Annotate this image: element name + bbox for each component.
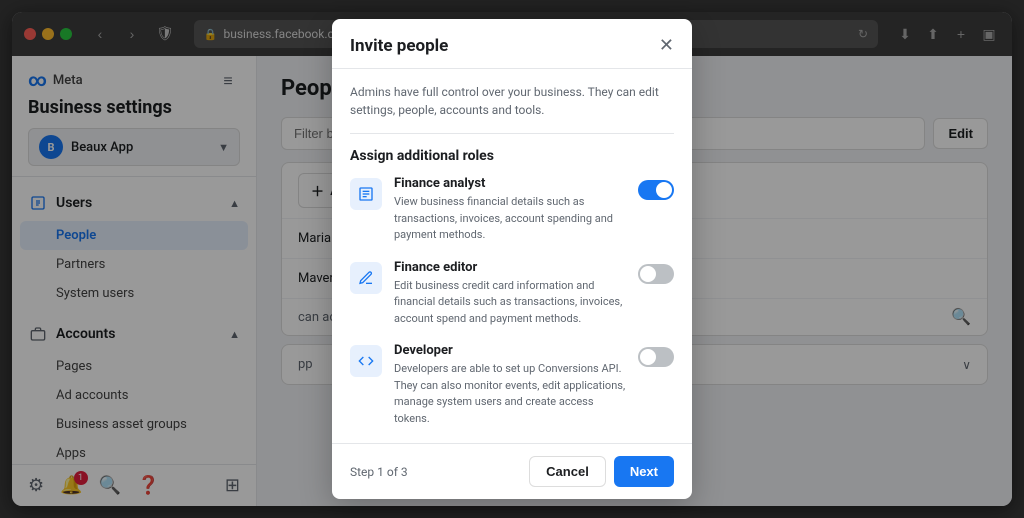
finance-analyst-icon	[350, 178, 382, 210]
developer-info: Developer Developers are able to set up …	[394, 343, 626, 427]
step-label: Step 1 of 3	[350, 465, 408, 479]
finance-editor-info: Finance editor Edit business credit card…	[394, 260, 626, 328]
modal-overlay[interactable]: Invite people ✕ Admins have full control…	[0, 0, 1024, 518]
finance-analyst-toggle[interactable]	[638, 180, 674, 200]
developer-toggle[interactable]	[638, 347, 674, 367]
role-item-finance-analyst: Finance analyst View business financial …	[350, 176, 674, 244]
developer-icon	[350, 345, 382, 377]
role-item-finance-editor: Finance editor Edit business credit card…	[350, 260, 674, 328]
assign-roles-label: Assign additional roles	[350, 148, 674, 164]
toggle-knob	[640, 349, 656, 365]
modal-body: Admins have full control over your busin…	[332, 69, 692, 443]
finance-analyst-desc: View business financial details such as …	[394, 194, 626, 244]
finance-editor-desc: Edit business credit card information an…	[394, 278, 626, 328]
developer-desc: Developers are able to set up Conversion…	[394, 361, 626, 427]
footer-buttons: Cancel Next	[529, 456, 674, 487]
finance-editor-name: Finance editor	[394, 260, 626, 275]
invite-people-modal: Invite people ✕ Admins have full control…	[332, 19, 692, 499]
next-button[interactable]: Next	[614, 456, 674, 487]
finance-editor-toggle[interactable]	[638, 264, 674, 284]
modal-close-button[interactable]: ✕	[659, 35, 674, 56]
modal-title: Invite people	[350, 36, 448, 56]
role-item-developer: Developer Developers are able to set up …	[350, 343, 674, 427]
finance-analyst-info: Finance analyst View business financial …	[394, 176, 626, 244]
finance-editor-icon	[350, 262, 382, 294]
admin-description: Admins have full control over your busin…	[350, 83, 674, 134]
modal-header: Invite people ✕	[332, 19, 692, 69]
toggle-knob	[640, 266, 656, 282]
modal-footer: Step 1 of 3 Cancel Next	[332, 443, 692, 499]
cancel-button[interactable]: Cancel	[529, 456, 606, 487]
toggle-knob	[656, 182, 672, 198]
developer-name: Developer	[394, 343, 626, 358]
finance-analyst-name: Finance analyst	[394, 176, 626, 191]
